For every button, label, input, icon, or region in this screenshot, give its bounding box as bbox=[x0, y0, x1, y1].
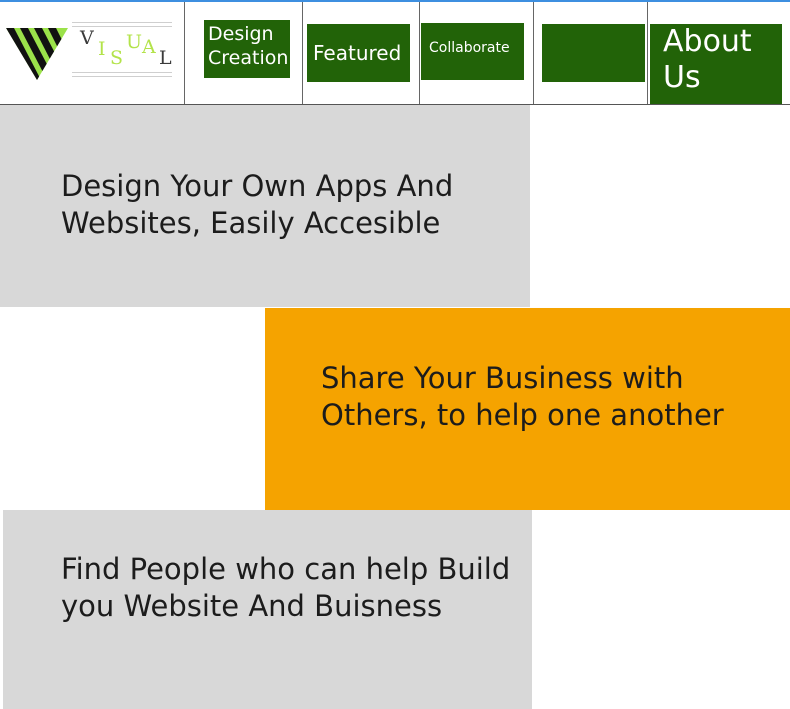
striped-triangle-logo-icon[interactable] bbox=[6, 26, 68, 80]
nav-design-creation-label: Design Creation bbox=[208, 23, 289, 69]
logo-letter: S bbox=[110, 47, 124, 69]
section-share-text: Share Your Business with Others, to help… bbox=[321, 361, 724, 432]
logo-letter: U bbox=[126, 31, 143, 53]
wordmark-rule bbox=[72, 22, 172, 23]
logo-letter: V bbox=[80, 27, 94, 49]
page: V I S U A L Design Creation Featured Col… bbox=[0, 0, 790, 709]
section-find-text: Find People who can help Build you Websi… bbox=[61, 552, 511, 623]
nav-featured-button[interactable]: Featured bbox=[307, 24, 410, 82]
header-bottom-border bbox=[0, 104, 790, 105]
wordmark-rule bbox=[72, 72, 172, 73]
nav-separator bbox=[184, 2, 185, 104]
nav-separator bbox=[647, 2, 648, 104]
nav-about-us-label: About Us bbox=[663, 24, 752, 95]
nav-featured-label: Featured bbox=[313, 41, 402, 65]
nav-about-us-button[interactable]: About Us bbox=[650, 24, 782, 104]
logo-letter: I bbox=[98, 38, 106, 60]
logo-letter: L bbox=[159, 47, 172, 69]
nav-design-creation-button[interactable]: Design Creation bbox=[204, 20, 290, 78]
nav-collaborate-label: Collaborate bbox=[429, 40, 510, 56]
brand-wordmark[interactable]: V I S U A L bbox=[72, 22, 172, 78]
nav-collaborate-button[interactable]: Collaborate bbox=[421, 23, 524, 80]
nav-separator bbox=[533, 2, 534, 104]
nav-separator bbox=[302, 2, 303, 104]
top-accent-line bbox=[0, 0, 790, 2]
nav-separator bbox=[419, 2, 420, 104]
nav-blank-button[interactable] bbox=[542, 24, 645, 82]
section-design-text: Design Your Own Apps And Websites, Easil… bbox=[61, 169, 454, 240]
logo-letter: A bbox=[142, 36, 156, 58]
wordmark-rule bbox=[72, 76, 172, 77]
